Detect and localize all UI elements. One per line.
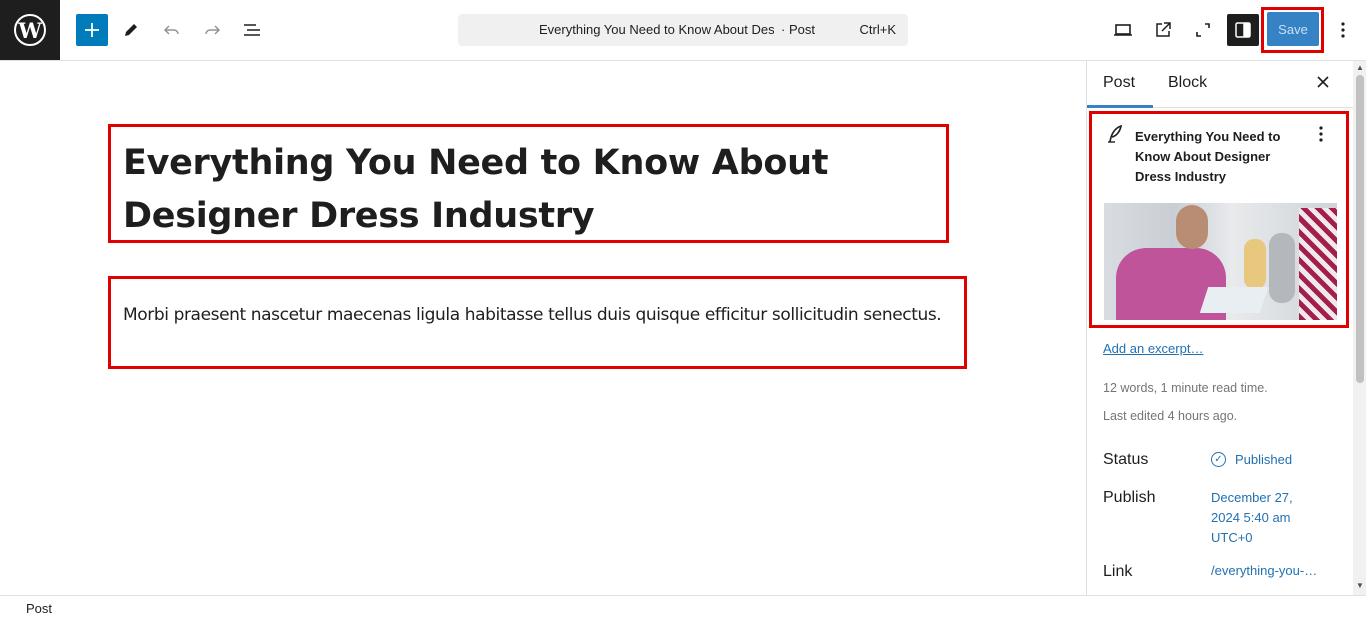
word-count: 12 words, 1 minute read time. xyxy=(1103,381,1268,395)
post-title-block[interactable]: Everything You Need to Know About Design… xyxy=(108,124,949,243)
scroll-up-arrow-icon[interactable]: ▲ xyxy=(1356,63,1364,72)
post-summary-card: Everything You Need to Know About Design… xyxy=(1089,111,1349,328)
command-shortcut: Ctrl+K xyxy=(859,22,896,37)
fullscreen-button[interactable] xyxy=(1187,14,1219,46)
add-excerpt-link[interactable]: Add an excerpt… xyxy=(1103,341,1203,356)
close-sidebar-button[interactable] xyxy=(1316,72,1330,95)
publish-date-line: December 27, xyxy=(1211,490,1293,505)
document-type: · Post xyxy=(781,22,815,37)
card-actions-button[interactable] xyxy=(1318,125,1324,148)
feather-post-icon xyxy=(1107,124,1123,148)
external-link-icon xyxy=(1156,22,1171,37)
view-post-button[interactable] xyxy=(1147,14,1179,46)
close-icon xyxy=(1317,76,1329,88)
publish-label: Publish xyxy=(1103,489,1156,506)
paragraph-text[interactable]: Morbi praesent nascetur maecenas ligula … xyxy=(123,302,952,328)
undo-icon xyxy=(163,25,179,35)
image-laptop xyxy=(1199,287,1269,313)
redo-icon xyxy=(205,25,221,35)
document-title: Everything You Need to Know About Design… xyxy=(539,22,774,37)
document-bar[interactable]: Everything You Need to Know About Design… xyxy=(458,14,908,46)
list-view-button[interactable] xyxy=(236,14,268,46)
list-view-icon xyxy=(244,24,260,36)
image-background-figure xyxy=(1269,233,1295,303)
redo-button[interactable] xyxy=(196,14,228,46)
featured-image[interactable] xyxy=(1104,203,1337,320)
add-block-button[interactable] xyxy=(76,14,108,46)
vertical-ellipsis-icon xyxy=(1341,22,1345,38)
sidebar-scrollbar[interactable]: ▲ ▼ xyxy=(1353,61,1366,595)
tab-post[interactable]: Post xyxy=(1103,74,1135,92)
fullscreen-icon xyxy=(1196,23,1210,37)
pencil-icon xyxy=(125,24,137,36)
settings-toggle-button[interactable] xyxy=(1227,14,1259,46)
vertical-ellipsis-icon xyxy=(1319,126,1323,142)
paragraph-block[interactable]: Morbi praesent nascetur maecenas ligula … xyxy=(108,276,967,369)
check-circle-icon: ✓ xyxy=(1211,452,1226,467)
tab-block[interactable]: Block xyxy=(1168,74,1207,92)
permalink-button[interactable]: /everything-you-… xyxy=(1211,561,1317,581)
options-button[interactable] xyxy=(1327,14,1359,46)
image-background-figure xyxy=(1244,239,1266,289)
editor-canvas[interactable]: Everything You Need to Know About Design… xyxy=(0,61,1086,595)
card-post-title: Everything You Need to Know About Design… xyxy=(1135,129,1281,184)
tools-button[interactable] xyxy=(115,14,147,46)
status-value[interactable]: Published xyxy=(1235,450,1292,470)
editor-header: W Everything You Need to Know About Desi… xyxy=(0,0,1366,61)
save-button[interactable]: Save xyxy=(1267,12,1319,46)
wordpress-logo-mark: W xyxy=(14,14,46,46)
undo-button[interactable] xyxy=(156,14,188,46)
status-label: Status xyxy=(1103,451,1149,468)
last-edited: Last edited 4 hours ago. xyxy=(1103,409,1238,423)
wordpress-logo-icon[interactable]: W xyxy=(0,0,60,60)
scroll-down-arrow-icon[interactable]: ▼ xyxy=(1356,581,1364,590)
breadcrumb-post[interactable]: Post xyxy=(26,601,52,616)
desktop-preview-icon xyxy=(1114,24,1132,36)
scrollbar-thumb[interactable] xyxy=(1356,75,1364,383)
publish-date-button[interactable]: December 27, 2024 5:40 am UTC+0 xyxy=(1211,488,1293,548)
image-patterned-dress xyxy=(1299,208,1337,320)
sidebar-settings-icon xyxy=(1235,22,1251,38)
publish-date-line: UTC+0 xyxy=(1211,530,1253,545)
active-tab-indicator xyxy=(1087,105,1153,108)
preview-button[interactable] xyxy=(1107,14,1139,46)
plus-icon xyxy=(85,23,99,37)
post-title[interactable]: Everything You Need to Know About Design… xyxy=(123,137,934,243)
block-breadcrumb-bar: Post xyxy=(0,595,1366,620)
link-label: Link xyxy=(1103,563,1133,580)
settings-sidebar: Post Block Everything You Need to Know A… xyxy=(1086,61,1366,595)
image-face xyxy=(1176,205,1208,249)
publish-date-line: 2024 5:40 am xyxy=(1211,510,1291,525)
sidebar-tabs: Post Block xyxy=(1087,61,1353,108)
